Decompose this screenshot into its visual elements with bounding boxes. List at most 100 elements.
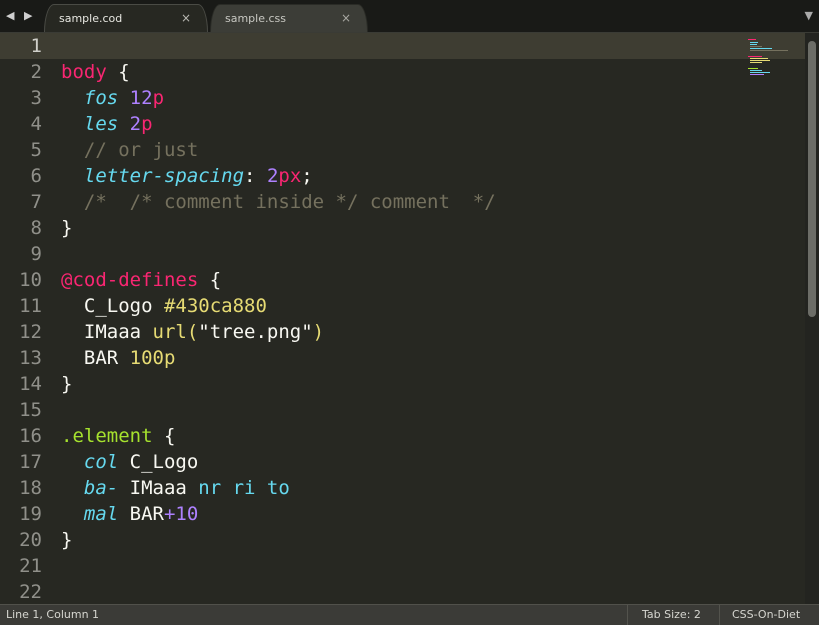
line-number: 21 — [19, 555, 42, 577]
dropdown-icon[interactable]: ▼ — [805, 9, 813, 22]
line-number: 17 — [19, 451, 42, 473]
code-line[interactable]: IMaaa url("tree.png") — [61, 319, 496, 345]
code-line[interactable]: col C_Logo — [61, 449, 496, 475]
code-token: ) — [312, 321, 325, 343]
line-number: 22 — [19, 581, 42, 603]
code-line[interactable]: } — [61, 527, 496, 553]
code-token: #430ca880 — [163, 295, 267, 317]
line-number: 13 — [19, 347, 42, 369]
line-number: 8 — [30, 217, 42, 239]
line-number: 19 — [19, 503, 42, 525]
code-token: // or just — [61, 139, 199, 161]
code-token: : — [244, 165, 267, 187]
code-line[interactable]: ba- IMaaa nr ri to — [61, 475, 496, 501]
code-token: C_Logo — [118, 451, 199, 473]
code-token: 100p — [129, 347, 176, 369]
code-token: @cod-defines — [61, 269, 199, 291]
tab-sample-cod[interactable]: sample.cod × — [44, 4, 208, 32]
line-number: 9 — [30, 243, 42, 265]
line-number: 7 — [30, 191, 42, 213]
code-token: les — [83, 113, 119, 135]
line-number: 12 — [19, 321, 42, 343]
code-token: col — [83, 451, 119, 473]
status-divider — [627, 605, 628, 625]
code-token: body — [61, 61, 107, 83]
tab-bar: ◀ ▶ sample.cod × sample.css × ▼ — [0, 0, 819, 33]
code-line[interactable]: BAR 100p — [61, 345, 496, 371]
vertical-scrollbar[interactable] — [805, 33, 819, 604]
line-number: 3 — [30, 87, 42, 109]
code-token: BAR — [118, 503, 164, 525]
code-line[interactable]: } — [61, 215, 496, 241]
line-number: 2 — [30, 61, 42, 83]
code-token: /* /* comment inside */ comment */ — [61, 191, 496, 213]
code-token: fos — [83, 87, 119, 109]
code-line[interactable]: fos 12p — [61, 85, 496, 111]
code-token: 2 — [266, 165, 279, 187]
line-number: 20 — [19, 529, 42, 551]
status-divider — [719, 605, 720, 625]
code-line[interactable]: // or just — [61, 137, 496, 163]
code-token: C_Logo — [61, 295, 164, 317]
scrollbar-thumb[interactable] — [808, 41, 816, 317]
code-line[interactable]: @cod-defines { — [61, 267, 496, 293]
code-token: } — [61, 217, 73, 239]
tab-navigation-arrows-icon[interactable]: ◀ ▶ — [6, 9, 35, 22]
code-line[interactable]: letter-spacing: 2px; — [61, 163, 496, 189]
code-area[interactable]: body { fos 12p les 2p // or just letter-… — [61, 33, 496, 604]
code-token: nr ri to — [198, 477, 290, 499]
code-token: { — [152, 425, 176, 447]
code-line[interactable] — [61, 33, 496, 59]
code-token: p — [152, 87, 165, 109]
status-bar: Line 1, Column 1 Tab Size: 2 CSS-On-Diet — [0, 604, 819, 625]
line-number: 11 — [19, 295, 42, 317]
tab-sample-css[interactable]: sample.css × — [210, 4, 368, 32]
code-line[interactable]: les 2p — [61, 111, 496, 137]
line-number: 16 — [19, 425, 42, 447]
line-number: 10 — [19, 269, 42, 291]
cursor-position[interactable]: Line 1, Column 1 — [6, 608, 99, 621]
code-token: "tree.png" — [198, 321, 313, 343]
code-line[interactable] — [61, 241, 496, 267]
line-number: 1 — [30, 35, 42, 57]
code-line[interactable] — [61, 397, 496, 423]
line-number: 5 — [30, 139, 42, 161]
line-number: 15 — [19, 399, 42, 421]
syntax-indicator[interactable]: CSS-On-Diet — [732, 608, 800, 621]
code-token: { — [198, 269, 222, 291]
code-line[interactable]: body { — [61, 59, 496, 85]
code-token: BAR — [61, 347, 130, 369]
close-icon[interactable]: × — [341, 11, 351, 25]
minimap[interactable] — [748, 37, 792, 77]
code-token: .element — [61, 425, 153, 447]
line-number: 4 — [30, 113, 42, 135]
close-icon[interactable]: × — [181, 11, 191, 25]
code-line[interactable]: C_Logo #430ca880 — [61, 293, 496, 319]
code-token: p — [141, 113, 153, 135]
tab-label: sample.css — [225, 12, 286, 25]
code-line[interactable]: } — [61, 371, 496, 397]
tab-size-indicator[interactable]: Tab Size: 2 — [642, 608, 701, 621]
tab-label: sample.cod — [59, 12, 123, 25]
code-line[interactable]: /* /* comment inside */ comment */ — [61, 189, 496, 215]
line-number: 6 — [30, 165, 42, 187]
code-editor[interactable]: 1 2 3 4 5 6 7 8 9 10 11 12 13 14 15 16 17 18 19 20 21 22 body… — [0, 33, 819, 604]
code-line[interactable] — [61, 579, 496, 604]
code-line[interactable]: mal BAR+10 — [61, 501, 496, 527]
code-token: } — [61, 373, 73, 395]
code-token: { — [106, 61, 130, 83]
code-line[interactable]: .element { — [61, 423, 496, 449]
code-token: url( — [152, 321, 199, 343]
code-token: px — [278, 165, 302, 187]
code-token: 12 — [129, 87, 153, 109]
line-number-gutter: 1 2 3 4 5 6 7 8 9 10 11 12 13 14 15 16 17 18 19 20 21 22 — [0, 33, 56, 604]
code-line[interactable] — [61, 553, 496, 579]
